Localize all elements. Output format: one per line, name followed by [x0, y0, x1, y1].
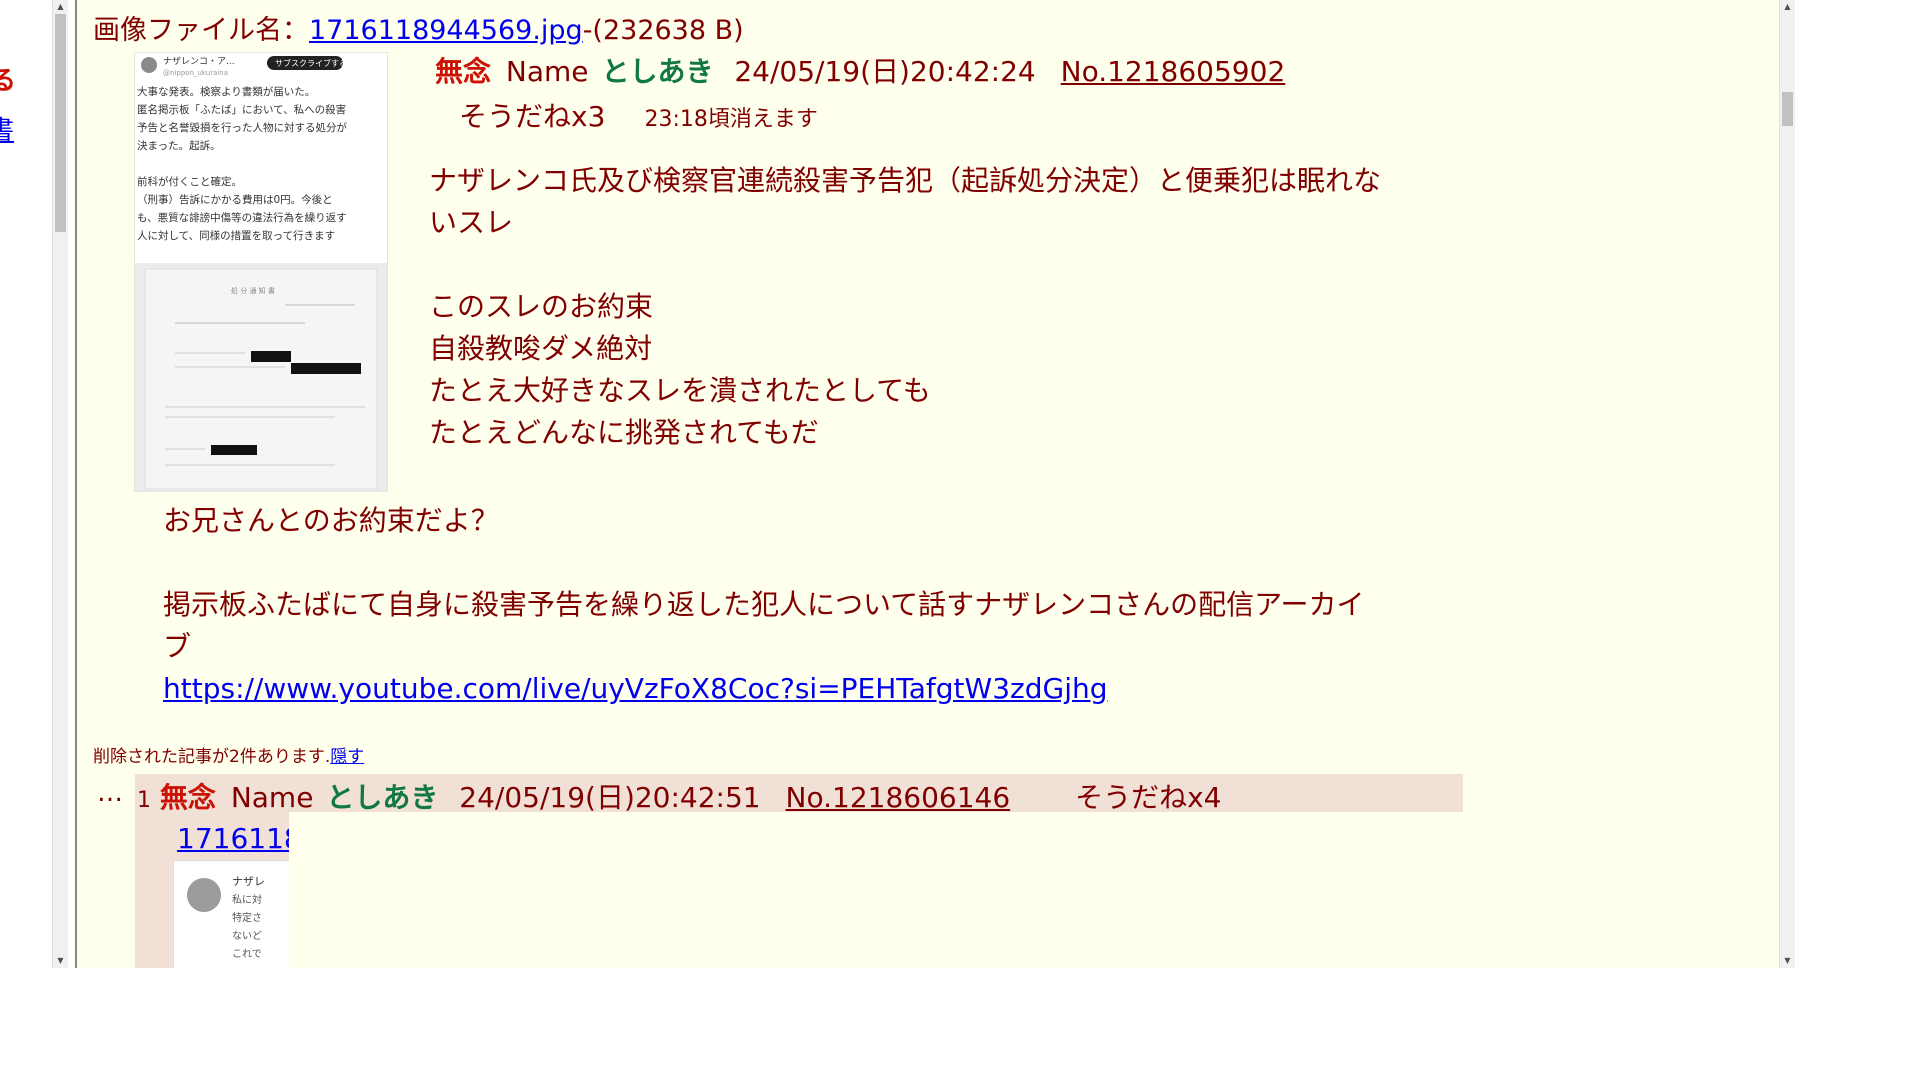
svg-text:ナザレンコ・ア...: ナザレンコ・ア...: [163, 56, 235, 67]
body-line: このスレのお約束: [429, 290, 654, 323]
scroll-down-arrow-icon[interactable]: ▼: [1780, 954, 1795, 968]
post-header: 無念 Name としあき 24/05/19(日)20:42:24 No.1218…: [435, 50, 1285, 90]
left-frame-scrollbar[interactable]: ▲ ▼: [52, 0, 68, 968]
file-size: -(232638 B): [582, 15, 744, 46]
scroll-down-arrow-icon[interactable]: ▼: [53, 954, 68, 968]
reply-avatar-icon: [187, 878, 221, 912]
deleted-notice: 削除された記事が2件あります.隠す: [93, 742, 364, 767]
reply-name: としあき: [326, 781, 439, 814]
tweet-screenshot-image: ナザレンコ・ア... @nippon_ukuraina サブスクライブする 大事…: [135, 53, 387, 491]
body-line: たとえどんなに挑発されてもだ: [429, 416, 819, 449]
post-body-continued: お兄さんとのお約束だよ？ 掲示板ふたばにて自身に殺害予告を繰り返した犯人について…: [163, 500, 1463, 710]
reply-dots: …: [97, 778, 123, 808]
scroll-up-arrow-icon[interactable]: ▲: [53, 0, 68, 14]
reply-file-link[interactable]: 1716118: [177, 822, 289, 855]
youtube-link[interactable]: https://www.youtube.com/live/uyVzFoX8Coc…: [163, 672, 1108, 705]
svg-text:サブスクライブする: サブスクライブする: [275, 58, 347, 68]
svg-text:@nippon_ukuraina: @nippon_ukuraina: [163, 69, 228, 77]
name-label: Name: [505, 55, 589, 88]
svg-text:（刑事）告訴にかかる費用は0円。今後と: （刑事）告訴にかかる費用は0円。今後と: [137, 193, 333, 206]
svg-text:私に対: 私に対: [232, 893, 262, 906]
svg-text:処 分 通 知 書: 処 分 通 知 書: [231, 286, 275, 295]
expire-time: 23:18頃消えます: [644, 107, 818, 132]
body-line: 掲示板ふたばにて自身に殺害予告を繰り返した犯人について話すナザレンコさんの配信ア…: [163, 588, 1365, 621]
reply-thumbnail-image: ナザレ 私に対 特定さ ないど これで: [187, 875, 265, 960]
scrollbar-thumb[interactable]: [1782, 92, 1793, 126]
svg-text:予告と名誉毀損を行った人物に対する処分が: 予告と名誉毀損を行った人物に対する処分が: [137, 121, 347, 134]
svg-text:決まった。起訴。: 決まった。起訴。: [137, 139, 221, 152]
reply-soudane-button[interactable]: そうだねx4: [1075, 781, 1221, 814]
thread-scrollbar[interactable]: ▲ ▼: [1779, 0, 1795, 968]
post-date: 24/05/19(日)20:42:24: [734, 55, 1036, 88]
svg-text:匿名掲示板「ふたば」において、私への殺害: 匿名掲示板「ふたば」において、私への殺害: [137, 103, 346, 116]
file-label: 画像ファイル名：: [93, 15, 309, 46]
reply-subject: 無念: [159, 781, 216, 814]
svg-text:人に対して、同様の措置を取って行きます: 人に対して、同様の措置を取って行きます: [137, 229, 335, 242]
reply-thumbnail[interactable]: ナザレ 私に対 特定さ ないど これで: [173, 860, 289, 968]
body-line: ブ: [163, 630, 192, 663]
body-line: [163, 542, 1463, 584]
reply-name-label: Name: [230, 781, 314, 814]
reply-index: 1: [137, 788, 151, 813]
body-line: お兄さんとのお約束だよ？: [163, 504, 499, 537]
soudane-button[interactable]: そうだねx3: [459, 100, 605, 133]
post-subject: 無念: [435, 55, 492, 88]
reply-number-link[interactable]: No.1218606146: [786, 781, 1011, 814]
reply-body: 1716118 ナザレ 私に対 特定さ ないど これで: [135, 812, 289, 968]
hide-deleted-link[interactable]: 隠す: [330, 747, 364, 767]
scroll-up-arrow-icon[interactable]: ▲: [1780, 0, 1795, 14]
svg-text:前科が付くこと確定。: 前科が付くこと確定。: [137, 175, 242, 188]
post-body: ナザレンコ氏及び検察官連続殺害予告犯（起訴処分決定）と便乗犯は眠れな いスレ こ…: [429, 160, 1409, 454]
thread-frame: 画像ファイル名：1716118944569.jpg-(232638 B) ナザレ…: [75, 0, 1781, 968]
svg-text:これで: これで: [232, 948, 262, 960]
reply-header: 1 無念 Name としあき 24/05/19(日)20:42:51 No.12…: [135, 776, 1221, 816]
body-line: 自殺教唆ダメ絶対: [429, 332, 653, 365]
svg-text:ないど: ないど: [232, 930, 262, 942]
left-frame-glyph: る: [0, 66, 17, 96]
body-line: ナザレンコ氏及び検察官連続殺害予告犯（起訴処分決定）と便乗犯は眠れな: [429, 164, 1382, 197]
file-info: 画像ファイル名：1716118944569.jpg-(232638 B): [93, 8, 744, 47]
svg-text:ナザレ: ナザレ: [232, 875, 265, 888]
left-frame-link[interactable]: 書: [0, 110, 14, 147]
svg-text:特定さ: 特定さ: [232, 911, 262, 924]
deleted-text: 削除された記事が2件あります.: [93, 747, 331, 767]
svg-text:も、悪質な誹謗中傷等の違法行為を繰り返す: も、悪質な誹謗中傷等の違法行為を繰り返す: [137, 211, 347, 224]
body-line: [429, 244, 1409, 286]
svg-text:大事な発表。検察より書類が届いた。: 大事な発表。検察より書類が届いた。: [137, 85, 315, 98]
left-frame: る 書: [0, 0, 54, 968]
post-thumbnail[interactable]: ナザレンコ・ア... @nippon_ukuraina サブスクライブする 大事…: [134, 52, 388, 492]
post-name: としあき: [601, 55, 714, 88]
scrollbar-thumb[interactable]: [55, 14, 66, 232]
post-meta: そうだねx3 23:18頃消えます: [459, 95, 818, 135]
body-line: いスレ: [429, 206, 514, 239]
post-number-link[interactable]: No.1218605902: [1061, 55, 1286, 88]
avatar-icon: [141, 57, 157, 73]
file-link[interactable]: 1716118944569.jpg: [309, 15, 583, 46]
body-line: たとえ大好きなスレを潰されたとしても: [429, 374, 931, 407]
reply-date: 24/05/19(日)20:42:51: [459, 781, 761, 814]
